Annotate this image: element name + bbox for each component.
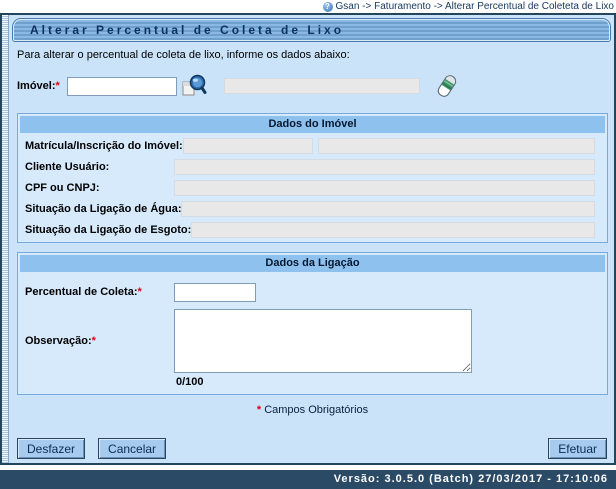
matricula-row: Matrícula/Inscrição do Imóvel: xyxy=(20,135,605,156)
cpf-cnpj-field xyxy=(174,180,595,196)
eraser-icon[interactable] xyxy=(436,72,458,100)
left-decoration-stripes xyxy=(2,15,9,463)
page-title: Alterar Percentual de Coleta de Lixo xyxy=(13,19,610,41)
imovel-input[interactable] xyxy=(67,77,177,96)
percentual-label-text: Percentual de Coleta: xyxy=(25,286,137,298)
buttons-row: Desfazer Cancelar Efetuar xyxy=(17,438,607,459)
efetuar-button[interactable]: Efetuar xyxy=(548,438,607,459)
cliente-usuario-fields xyxy=(174,159,595,175)
dados-imovel-body: Matrícula/Inscrição do Imóvel: Cliente U… xyxy=(20,133,605,240)
situacao-esgoto-row: Situação da Ligação de Esgoto: xyxy=(20,219,605,240)
percentual-label: Percentual de Coleta:* xyxy=(20,286,174,298)
form-content: Alterar Percentual de Coleta de Lixo Par… xyxy=(11,15,614,463)
cancelar-button[interactable]: Cancelar xyxy=(98,438,166,459)
dados-ligacao-body: Percentual de Coleta:* Observação:* 0/10… xyxy=(20,272,605,388)
inscricao-field xyxy=(318,138,595,154)
matricula-fields xyxy=(183,138,595,154)
imovel-label: Imóvel:* xyxy=(17,80,67,92)
matricula-label: Matrícula/Inscrição do Imóvel: xyxy=(20,140,183,152)
situacao-agua-label: Situação da Ligação de Água: xyxy=(20,203,181,215)
dados-imovel-header: Dados do Imóvel xyxy=(20,116,605,133)
observacao-label: Observação:* xyxy=(20,335,174,347)
observacao-row: Observação:* xyxy=(20,307,605,375)
required-asterisk: * xyxy=(137,286,141,298)
required-asterisk: * xyxy=(257,404,261,416)
situacao-agua-row: Situação da Ligação de Água: xyxy=(20,198,605,219)
imovel-label-text: Imóvel: xyxy=(17,80,56,92)
required-asterisk: * xyxy=(56,80,60,92)
instruction-text: Para alterar o percentual de coleta de l… xyxy=(17,49,614,61)
situacao-esgoto-fields xyxy=(191,222,595,238)
breadcrumb: Gsan -> Faturamento -> Alterar Percentua… xyxy=(336,1,615,12)
desfazer-button[interactable]: Desfazer xyxy=(17,438,85,459)
situacao-agua-fields xyxy=(181,201,595,217)
cliente-usuario-field xyxy=(174,159,595,175)
imovel-row: Imóvel:* xyxy=(17,68,614,104)
cliente-usuario-label: Cliente Usuário: xyxy=(20,161,174,173)
percentual-row: Percentual de Coleta:* xyxy=(20,277,605,307)
situacao-agua-field xyxy=(181,201,595,217)
required-asterisk: * xyxy=(92,335,96,347)
situacao-esgoto-label: Situação da Ligação de Esgoto: xyxy=(20,224,191,236)
help-icon[interactable]: ? xyxy=(323,2,333,12)
cpf-cnpj-label: CPF ou CNPJ: xyxy=(20,182,174,194)
cliente-usuario-row: Cliente Usuário: xyxy=(20,156,605,177)
observacao-textarea[interactable] xyxy=(174,309,472,373)
main-panel: Alterar Percentual de Coleta de Lixo Par… xyxy=(0,13,616,465)
search-imovel-icon[interactable] xyxy=(182,73,208,99)
dados-ligacao-header: Dados da Ligação xyxy=(20,255,605,272)
cpf-cnpj-fields xyxy=(174,180,595,196)
matricula-field xyxy=(183,138,313,154)
version-footer: Versão: 3.0.5.0 (Batch) 27/03/2017 - 17:… xyxy=(0,470,616,489)
percentual-input[interactable] xyxy=(174,283,256,302)
observacao-char-counter: 0/100 xyxy=(176,376,605,388)
breadcrumb-bar: ? Gsan -> Faturamento -> Alterar Percent… xyxy=(0,0,616,13)
observacao-label-text: Observação: xyxy=(25,335,92,347)
gsan-window: ? Gsan -> Faturamento -> Alterar Percent… xyxy=(0,0,616,489)
dados-imovel-section: Dados do Imóvel Matrícula/Inscrição do I… xyxy=(17,113,608,243)
imovel-description-field xyxy=(224,78,420,94)
required-fields-note: * Campos Obrigatórios xyxy=(11,404,614,416)
situacao-esgoto-field xyxy=(191,222,595,238)
required-note-text: Campos Obrigatórios xyxy=(264,404,368,416)
dados-ligacao-section: Dados da Ligação Percentual de Coleta:* … xyxy=(17,252,608,395)
version-text: Versão: 3.0.5.0 (Batch) 27/03/2017 - 17:… xyxy=(334,473,608,485)
cpf-cnpj-row: CPF ou CNPJ: xyxy=(20,177,605,198)
